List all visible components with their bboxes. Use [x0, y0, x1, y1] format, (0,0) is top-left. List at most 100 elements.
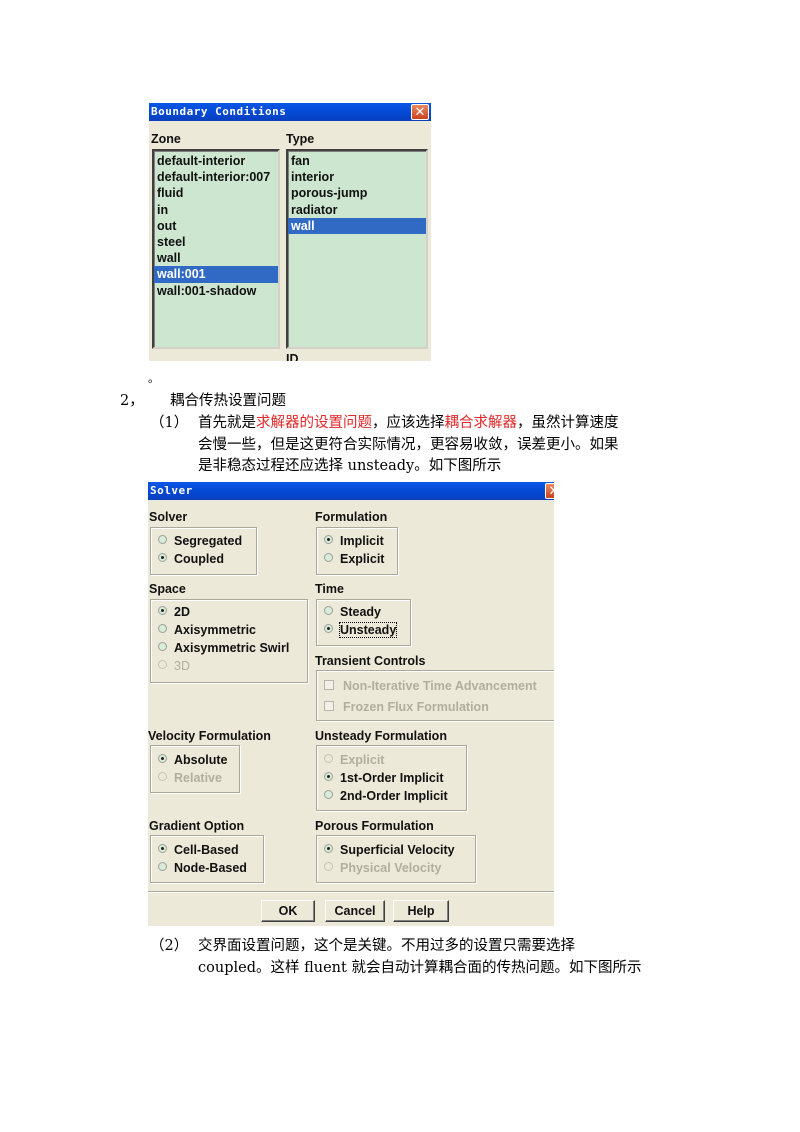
checkbox-frozen-flux-formulation: Frozen Flux Formulation	[324, 698, 489, 716]
zone-item[interactable]: in	[154, 202, 278, 218]
formulation-label: Formulation	[315, 510, 388, 524]
zone-item[interactable]: wall:001-shadow	[154, 283, 278, 299]
radio-2d[interactable]: 2D	[158, 603, 190, 621]
radio-segregated[interactable]: Segregated	[158, 532, 242, 550]
zone-item[interactable]: out	[154, 218, 278, 234]
radio-cell-based[interactable]: Cell-Based	[158, 841, 239, 859]
cancel-button[interactable]: Cancel	[325, 900, 385, 922]
radio-checked-icon	[324, 535, 333, 545]
option-label: Absolute	[174, 753, 228, 767]
radio-icon	[158, 660, 167, 670]
item1-line1: 首先就是求解器的设置问题，应该选择耦合求解器，虽然计算速度	[198, 413, 619, 433]
help-button[interactable]: Help	[393, 900, 449, 922]
radio-icon	[158, 535, 167, 545]
option-label: Implicit	[340, 534, 384, 548]
radio-superficial-velocity[interactable]: Superficial Velocity	[324, 841, 455, 859]
zone-item[interactable]: steel	[154, 234, 278, 250]
zone-list[interactable]: default-interior default-interior:007 fl…	[152, 149, 280, 349]
space-label: Space	[149, 582, 186, 596]
radio-icon	[158, 862, 167, 872]
zone-item[interactable]: fluid	[154, 185, 278, 201]
close-icon[interactable]: ✕	[411, 104, 429, 120]
transient-controls-label: Transient Controls	[315, 654, 426, 668]
radio-icon	[158, 772, 167, 782]
option-label: 3D	[174, 659, 190, 673]
checkbox-icon	[324, 679, 334, 690]
option-label: Unsteady	[338, 622, 398, 638]
radio-steady[interactable]: Steady	[324, 603, 381, 621]
velocity-formulation-label: Velocity Formulation	[148, 729, 271, 743]
radio-checked-icon	[324, 772, 333, 782]
zone-item[interactable]: wall	[154, 250, 278, 266]
item1-text: ，应该选择	[372, 415, 445, 431]
radio-explicit[interactable]: Explicit	[324, 550, 384, 568]
option-label: Superficial Velocity	[340, 843, 455, 857]
type-item[interactable]: radiator	[288, 202, 426, 218]
radio-1st-order-implicit[interactable]: 1st-Order Implicit	[324, 769, 444, 787]
radio-axisymmetric[interactable]: Axisymmetric	[158, 621, 256, 639]
radio-icon	[324, 553, 333, 563]
dialog-title: Solver	[150, 484, 193, 497]
option-label: Axisymmetric Swirl	[174, 641, 290, 655]
zone-item[interactable]: default-interior	[154, 153, 278, 169]
type-item[interactable]: fan	[288, 153, 426, 169]
option-label: Segregated	[174, 534, 243, 548]
radio-checked-icon	[324, 624, 333, 634]
option-label: Cell-Based	[174, 843, 239, 857]
dialog-titlebar: Boundary Conditions	[149, 103, 431, 121]
item2-line1: 交界面设置问题，这个是关键。不用过多的设置只需要选择	[198, 938, 575, 954]
radio-checked-icon	[158, 844, 167, 854]
section-number: 2，	[120, 393, 144, 409]
type-item-selected[interactable]: wall	[288, 217, 426, 234]
radio-node-based[interactable]: Node-Based	[158, 859, 247, 877]
radio-icon	[324, 754, 333, 764]
option-label: Steady	[340, 605, 381, 619]
zone-item-selected[interactable]: wall:001	[154, 266, 278, 283]
option-label: 2D	[174, 605, 190, 619]
id-label: ID	[286, 352, 299, 361]
zone-item[interactable]: default-interior:007	[154, 169, 278, 185]
type-item[interactable]: interior	[288, 169, 426, 185]
checkbox-icon	[324, 700, 334, 711]
radio-unsteady[interactable]: Unsteady	[324, 621, 398, 639]
item1-line3: 是非稳态过程还应选择 unsteady。如下图所示	[198, 458, 502, 474]
zone-label: Zone	[151, 132, 181, 146]
ok-button[interactable]: OK	[261, 900, 315, 922]
radio-icon	[158, 624, 167, 634]
radio-checked-icon	[158, 606, 167, 616]
type-label: Type	[286, 132, 315, 146]
radio-axisymmetric-swirl[interactable]: Axisymmetric Swirl	[158, 639, 289, 657]
item1-number: （1）	[150, 415, 189, 431]
button-separator	[148, 891, 554, 893]
option-label: Explicit	[340, 753, 385, 767]
type-item[interactable]: porous-jump	[288, 185, 426, 201]
section-title: 耦合传热设置问题	[170, 393, 286, 409]
solver-dialog: Solver ✕ Solver Segregated Coupled Formu…	[148, 482, 554, 926]
dialog-title: Boundary Conditions	[151, 105, 287, 118]
radio-absolute[interactable]: Absolute	[158, 751, 227, 769]
highlight-solver-settings: 求解器的设置问题	[256, 415, 372, 431]
radio-coupled[interactable]: Coupled	[158, 550, 224, 568]
option-label: Frozen Flux Formulation	[343, 700, 489, 714]
dialog-titlebar: Solver	[148, 482, 554, 500]
item2-number: （2）	[150, 938, 189, 954]
item1-text: ，虽然计算速度	[517, 415, 619, 431]
radio-implicit[interactable]: Implicit	[324, 532, 384, 550]
item1-text: 首先就是	[198, 415, 256, 431]
radio-relative: Relative	[158, 769, 222, 787]
radio-icon	[324, 790, 333, 800]
option-label: Explicit	[340, 552, 385, 566]
stray-mark: 。	[148, 372, 159, 385]
type-list[interactable]: fan interior porous-jump radiator wall	[286, 149, 428, 349]
radio-icon	[324, 606, 333, 616]
gradient-option-label: Gradient Option	[149, 819, 245, 833]
option-label: Non-Iterative Time Advancement	[343, 679, 537, 693]
close-icon[interactable]: ✕	[545, 483, 554, 499]
option-label: 2nd-Order Implicit	[340, 789, 448, 803]
radio-checked-icon	[324, 844, 333, 854]
radio-checked-icon	[158, 754, 167, 764]
radio-unsteady-explicit: Explicit	[324, 751, 384, 769]
item2-line2: coupled。这样 fluent 就会自动计算耦合面的传热问题。如下图所示	[198, 960, 642, 976]
option-label: Node-Based	[174, 861, 247, 875]
radio-2nd-order-implicit[interactable]: 2nd-Order Implicit	[324, 787, 448, 805]
